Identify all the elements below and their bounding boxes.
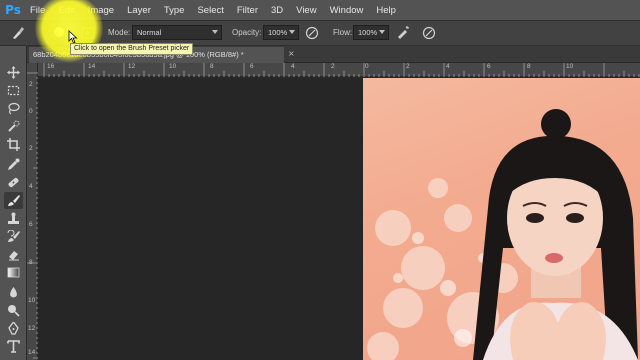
quick-select-icon <box>8 120 20 132</box>
ruler-h-label: 10 <box>169 63 177 70</box>
clone-stamp-icon <box>8 212 19 224</box>
ruler-v-label: 2 <box>29 81 33 88</box>
brush-icon <box>8 195 20 206</box>
move-tool[interactable] <box>4 64 23 81</box>
ruler-h-label: 4 <box>291 63 295 70</box>
menu-layer[interactable]: Layer <box>127 5 151 16</box>
ruler-h-label: 6 <box>250 63 254 70</box>
flow-input[interactable]: 100% <box>353 25 389 40</box>
menu-window[interactable]: Window <box>330 5 364 16</box>
menu-help[interactable]: Help <box>376 5 396 16</box>
pressure-opacity-icon[interactable] <box>304 25 320 41</box>
lasso-tool[interactable] <box>4 100 23 117</box>
ruler-h-label: 10 <box>566 63 574 70</box>
portrait-image <box>367 109 638 360</box>
vertical-ruler[interactable]: 2 0 2 4 6 8 10 12 14 <box>27 63 38 360</box>
clone-stamp-tool[interactable] <box>4 210 23 227</box>
mode-label: Mode: <box>108 28 131 37</box>
pen-tool[interactable] <box>4 320 23 337</box>
menu-select[interactable]: Select <box>197 5 223 16</box>
crop-tool[interactable] <box>4 136 23 153</box>
pen-icon <box>8 322 19 335</box>
chevron-down-icon <box>212 30 218 34</box>
eraser-icon <box>9 251 19 261</box>
menu-file[interactable]: File <box>30 5 45 16</box>
ruler-v-label: 10 <box>28 297 36 304</box>
eraser-tool[interactable] <box>4 246 23 263</box>
opacity-input[interactable]: 100% <box>263 25 299 40</box>
menu-type[interactable]: Type <box>164 5 185 16</box>
ruler-v-label: 12 <box>28 325 36 332</box>
gradient-icon <box>7 267 20 278</box>
menu-edit[interactable]: Edit <box>58 5 74 16</box>
ruler-h-label: 0 <box>365 63 369 70</box>
crop-icon <box>7 138 20 151</box>
brush-size-readout: 50 <box>52 33 59 39</box>
gradient-tool[interactable] <box>4 264 23 281</box>
marquee-tool[interactable] <box>4 82 23 99</box>
document-canvas-photo[interactable] <box>363 78 640 360</box>
ruler-v-label: 14 <box>28 349 36 356</box>
ruler-h-label: 8 <box>210 63 214 70</box>
chevron-down-icon <box>379 30 385 34</box>
ruler-v-label: 8 <box>29 259 33 266</box>
ruler-h-label: 14 <box>88 63 96 70</box>
horizontal-ruler[interactable]: 16 14 12 10 8 6 4 2 0 2 4 6 8 10 <box>38 63 640 77</box>
history-brush-icon <box>7 230 20 242</box>
brush-tool[interactable] <box>4 192 23 209</box>
ruler-v-label: 4 <box>29 183 33 190</box>
canvas-pasteboard[interactable] <box>39 78 363 360</box>
dodge-tool[interactable] <box>4 302 23 319</box>
ruler-h-label: 16 <box>47 63 55 70</box>
ruler-v-label: 6 <box>29 221 33 228</box>
menu-view[interactable]: View <box>296 5 316 16</box>
close-icon[interactable]: × <box>288 49 295 58</box>
type-icon <box>7 340 20 353</box>
opacity-label: Opacity: <box>232 28 262 37</box>
blend-mode-select[interactable]: Normal <box>132 25 222 40</box>
menu-3d[interactable]: 3D <box>271 5 283 16</box>
ruler-h-label: 2 <box>406 63 410 70</box>
photoshop-logo[interactable]: Ps <box>2 1 24 19</box>
history-brush-tool[interactable] <box>4 228 23 245</box>
marquee-icon <box>7 85 20 96</box>
move-icon <box>7 66 20 79</box>
type-tool[interactable] <box>4 338 23 355</box>
ruler-h-label: 2 <box>331 63 335 70</box>
quick-select-tool[interactable] <box>4 118 23 135</box>
healing-brush-tool[interactable] <box>4 174 23 191</box>
ruler-h-label: 12 <box>128 63 136 70</box>
tools-panel <box>0 46 27 360</box>
airbrush-icon[interactable] <box>395 25 411 41</box>
menu-image[interactable]: Image <box>88 5 114 16</box>
brush-tool-preset-icon[interactable] <box>10 25 26 41</box>
opacity-value: 100% <box>268 28 288 37</box>
flow-value: 100% <box>358 28 378 37</box>
ruler-h-label: 4 <box>446 63 450 70</box>
ruler-h-label: 6 <box>487 63 491 70</box>
chevron-down-icon <box>289 30 295 34</box>
blur-icon <box>10 287 17 298</box>
dodge-icon <box>8 305 20 317</box>
ruler-v-label: 0 <box>29 108 33 115</box>
menu-bar: Ps File Edit Image Layer Type Select Fil… <box>0 0 640 20</box>
lasso-icon <box>8 102 20 115</box>
brush-panel-toggle-icon[interactable] <box>80 25 96 41</box>
ruler-h-label: 8 <box>527 63 531 70</box>
pressure-size-icon[interactable] <box>421 25 437 41</box>
ruler-v-label: 2 <box>29 145 33 152</box>
eyedropper-tool[interactable] <box>4 156 23 173</box>
healing-icon <box>8 177 19 188</box>
blur-tool[interactable] <box>4 284 23 301</box>
blend-mode-value: Normal <box>137 28 162 37</box>
eyedropper-icon <box>8 158 20 170</box>
flow-label: Flow: <box>333 28 353 37</box>
brush-preset-tooltip: Click to open the Brush Preset picker <box>70 43 194 55</box>
menu-filter[interactable]: Filter <box>237 5 258 16</box>
